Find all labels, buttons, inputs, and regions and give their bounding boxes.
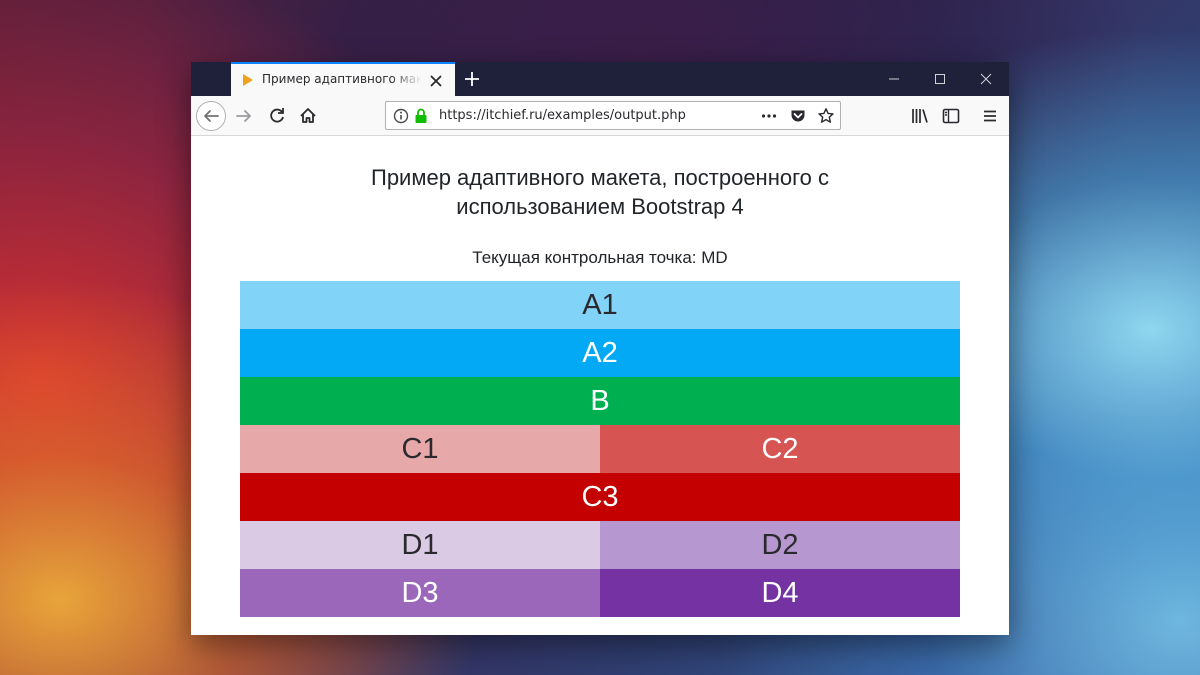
lock-icon[interactable] bbox=[412, 107, 430, 125]
star-icon[interactable] bbox=[817, 107, 835, 125]
maximize-icon[interactable] bbox=[931, 70, 949, 88]
plus-icon[interactable] bbox=[463, 70, 481, 88]
grid-row: C3 bbox=[240, 473, 960, 521]
grid-cell-d3: D3 bbox=[240, 569, 600, 617]
grid-cell-a1: A1 bbox=[240, 281, 960, 329]
breakpoint-label: Текущая контрольная точка: MD bbox=[472, 248, 728, 267]
grid-cell-c3: C3 bbox=[240, 473, 960, 521]
menu-icon[interactable] bbox=[976, 102, 1004, 130]
grid-cell-d4: D4 bbox=[600, 569, 960, 617]
sidebar-icon[interactable] bbox=[937, 102, 965, 130]
pocket-icon[interactable] bbox=[789, 107, 807, 125]
back-button[interactable] bbox=[196, 101, 226, 131]
library-icon[interactable] bbox=[906, 102, 934, 130]
minimize-icon[interactable] bbox=[885, 70, 903, 88]
page-title-line-1: Пример адаптивного макета, построенного … bbox=[371, 165, 829, 190]
reload-icon[interactable] bbox=[263, 102, 291, 130]
grid-row: B bbox=[240, 377, 960, 425]
tab-active[interactable]: Пример адаптивного макета, построенного … bbox=[231, 62, 455, 96]
back-arrow-icon bbox=[204, 110, 219, 122]
layout-grid: A1 A2 B C1 C2 C3 D1 D2 D3 D4 bbox=[240, 281, 960, 617]
page-title: Пример адаптивного макета, построенного … bbox=[191, 163, 1009, 221]
grid-row: D3 D4 bbox=[240, 569, 960, 617]
url-text: https://itchief.ru/examples/output.php bbox=[439, 108, 686, 123]
grid-row: A2 bbox=[240, 329, 960, 377]
title-bar: Пример адаптивного макета, построенного … bbox=[191, 62, 1009, 96]
url-bar[interactable]: https://itchief.ru/examples/output.php bbox=[385, 101, 841, 130]
browser-window: Пример адаптивного макета, построенного … bbox=[191, 62, 1009, 635]
close-icon[interactable] bbox=[427, 72, 445, 90]
info-icon[interactable] bbox=[392, 107, 410, 125]
grid-cell-d1: D1 bbox=[240, 521, 600, 569]
grid-cell-b: B bbox=[240, 377, 960, 425]
forward-arrow-icon[interactable] bbox=[230, 102, 258, 130]
grid-row: A1 bbox=[240, 281, 960, 329]
grid-row: C1 C2 bbox=[240, 425, 960, 473]
grid-cell-a2: A2 bbox=[240, 329, 960, 377]
grid-cell-c2: C2 bbox=[600, 425, 960, 473]
play-icon bbox=[243, 74, 253, 86]
grid-cell-c1: C1 bbox=[240, 425, 600, 473]
tab-title: Пример адаптивного макета, построенного … bbox=[262, 72, 422, 86]
nav-bar: https://itchief.ru/examples/output.php bbox=[191, 96, 1009, 136]
page-title-line-2: использованием Bootstrap 4 bbox=[456, 194, 744, 219]
page-content: Пример адаптивного макета, построенного … bbox=[191, 136, 1009, 635]
grid-cell-d2: D2 bbox=[600, 521, 960, 569]
more-icon[interactable] bbox=[760, 107, 778, 125]
grid-row: D1 D2 bbox=[240, 521, 960, 569]
close-icon[interactable] bbox=[977, 70, 995, 88]
home-icon[interactable] bbox=[294, 102, 322, 130]
